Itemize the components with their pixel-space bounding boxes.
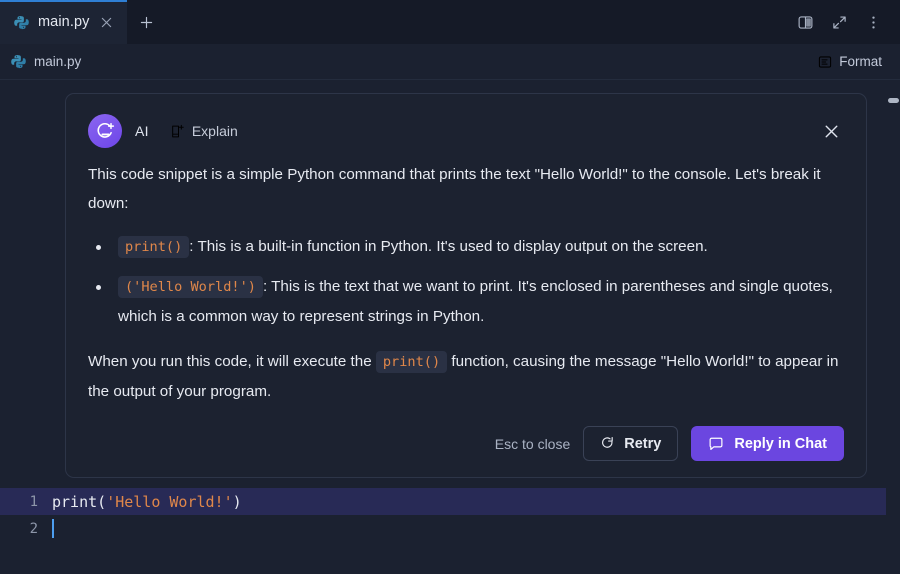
explain-label: Explain	[191, 123, 238, 139]
tab-main-py[interactable]: main.py	[0, 0, 128, 44]
code-line-text: print('Hello World!')	[52, 493, 886, 511]
new-tab-button[interactable]	[127, 0, 165, 44]
code-line[interactable]: 2	[0, 515, 886, 542]
format-button[interactable]: Format	[812, 51, 888, 72]
line-number: 2	[29, 520, 38, 537]
tab-close-icon[interactable]	[98, 14, 115, 31]
expand-arrows-icon	[832, 15, 846, 29]
breadcrumb-bar: main.py Format	[0, 44, 900, 80]
ai-explain-panel: AI Explain This code snippet is a simple…	[65, 93, 867, 478]
chat-bubble-icon	[709, 437, 723, 450]
list-item: ('Hello World!'): This is the text that …	[88, 272, 844, 331]
close-icon	[825, 125, 837, 137]
code-token-plain: print(	[52, 492, 107, 511]
ai-paragraph-1: This code snippet is a simple Python com…	[88, 166, 821, 212]
vertical-scrollbar[interactable]	[886, 80, 900, 574]
inline-code: print()	[118, 236, 190, 258]
reply-in-chat-button[interactable]: Reply in Chat	[691, 426, 844, 461]
ai-paragraph-2: When you run this code, it will execute …	[88, 347, 844, 406]
vertical-scrollbar-thumb[interactable]	[888, 98, 899, 103]
line-number: 1	[29, 493, 38, 510]
inline-code: print()	[375, 351, 448, 373]
tab-bar-spacer	[165, 0, 790, 44]
more-options-button[interactable]	[858, 7, 888, 37]
code-line[interactable]: 1 print('Hello World!')	[0, 488, 886, 515]
inline-code: ('Hello World!')	[118, 276, 263, 298]
python-icon	[14, 15, 29, 29]
code-token-plain: )	[232, 492, 242, 511]
list-item: print(): This is a built-in function in …	[88, 232, 844, 262]
refresh-icon	[602, 437, 614, 448]
ai-paragraph-2-pre: When you run this code, it will execute …	[88, 353, 376, 370]
explain-button[interactable]: Explain	[167, 121, 241, 141]
breadcrumb[interactable]: main.py	[11, 54, 81, 69]
tab-bar: main.py	[0, 0, 900, 44]
editor-window: main.py main.py Format AI Explain This c…	[0, 0, 900, 574]
code-token-string: 'Hello World!'	[106, 492, 233, 511]
ai-panel-header: AI Explain	[88, 114, 844, 148]
tab-label: main.py	[38, 14, 90, 30]
split-panel-button[interactable]	[790, 7, 820, 37]
format-label: Format	[839, 54, 882, 69]
ai-panel-footer: Esc to close Retry Reply in Chat	[88, 426, 844, 461]
split-panel-icon	[798, 15, 812, 29]
expand-editor-button[interactable]	[824, 7, 854, 37]
retry-label: Retry	[624, 435, 662, 452]
avatar	[88, 114, 122, 148]
breadcrumb-path: main.py	[34, 54, 82, 69]
esc-hint: Esc to close	[494, 435, 571, 452]
list-item-text: : This is a built-in function in Python.…	[189, 238, 708, 255]
plus-icon	[140, 16, 153, 28]
explain-icon	[171, 124, 184, 137]
ai-sparkle-icon	[96, 122, 114, 138]
more-options-icon	[871, 16, 875, 28]
retry-button[interactable]: Retry	[583, 426, 679, 461]
reply-label: Reply in Chat	[734, 435, 827, 452]
editor-surface: AI Explain This code snippet is a simple…	[0, 80, 900, 574]
code-editor[interactable]: 1 print('Hello World!') 2	[0, 488, 886, 542]
tab-bar-actions	[790, 0, 900, 44]
format-icon	[819, 55, 832, 68]
ai-bullet-list: print(): This is a built-in function in …	[88, 232, 844, 331]
code-line-text	[52, 519, 886, 538]
close-icon	[102, 17, 112, 27]
ai-label: AI	[135, 123, 149, 139]
python-icon	[11, 54, 26, 69]
close-ai-panel-button[interactable]	[818, 118, 844, 144]
ai-response-body: This code snippet is a simple Python com…	[88, 160, 844, 406]
text-caret	[52, 519, 54, 538]
